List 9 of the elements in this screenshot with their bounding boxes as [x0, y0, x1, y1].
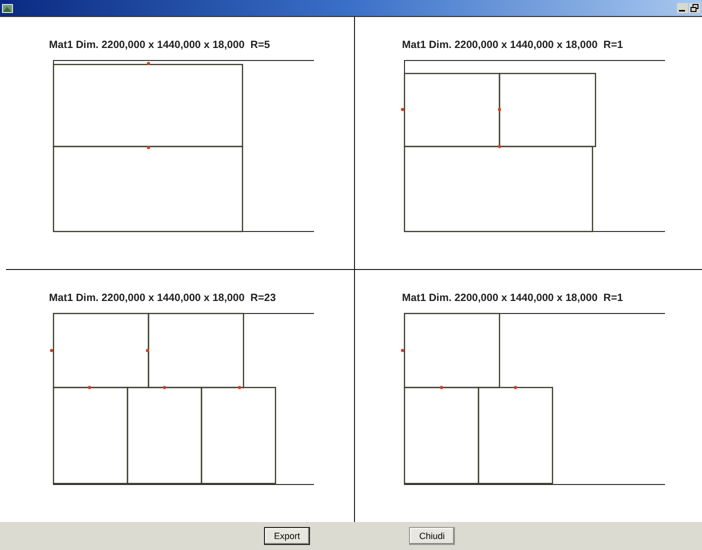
restore-icon[interactable] — [689, 3, 700, 13]
button[interactable]: Export — [264, 527, 310, 545]
minimize-icon[interactable] — [677, 3, 688, 13]
sheet-dimensions-label: Mat1 Dim. 2200,000 x 1440,000 x 18,000 R=23 — [49, 292, 277, 306]
app-icon — [2, 4, 13, 12]
sheet-dimensions-label: Mat1 Dim. 2200,000 x 1440,000 x 18,000 R=5 — [49, 39, 271, 53]
sheet-dimensions-label: Mat1 Dim. 2200,000 x 1440,000 x 18,000 R=1 — [402, 292, 624, 306]
button[interactable]: Chiudi — [409, 527, 455, 545]
sheet-dimensions-label: Mat1 Dim. 2200,000 x 1440,000 x 18,000 R=1 — [402, 39, 624, 53]
